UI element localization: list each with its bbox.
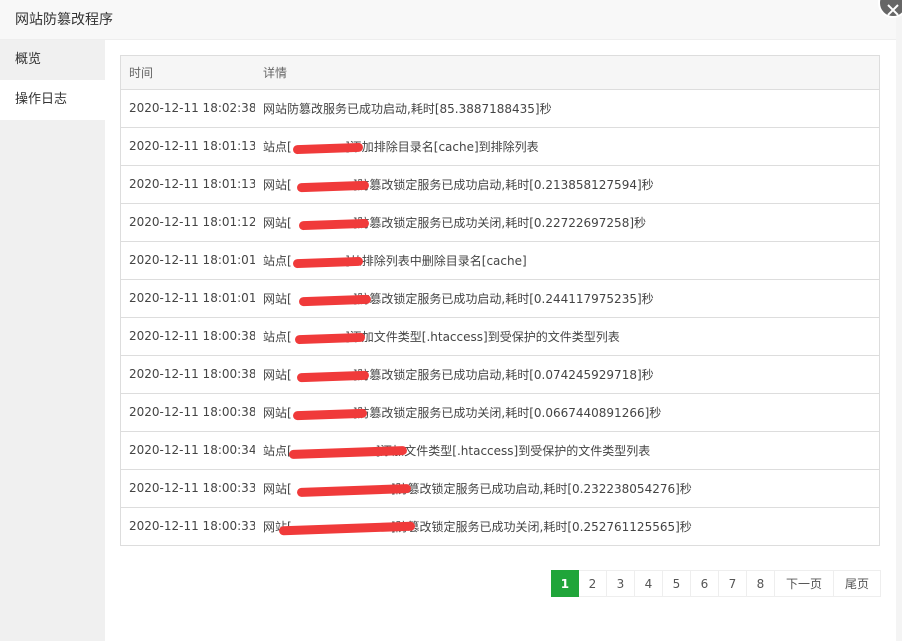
column-header-time: 时间 — [121, 56, 255, 90]
redaction-mark — [292, 142, 364, 154]
page-4-link[interactable]: 4 — [634, 570, 663, 597]
table-row: 2020-12-11 18:01:01 站点[ ]从排除列表中删除目录名[cach… — [121, 241, 879, 280]
log-time: 2020-12-11 18:01:01 — [121, 241, 255, 280]
table-row: 2020-12-11 18:00:33 网站[ ]防篡改锁定服务已成功启动,耗时[… — [121, 469, 879, 508]
log-time: 2020-12-11 18:01:13 — [121, 127, 255, 166]
table-row: 2020-12-11 18:00:38 网站[ ]防篡改锁定服务已成功启动,耗时[… — [121, 355, 879, 394]
table-row: 2020-12-11 18:01:12 网站[ ]防篡改锁定服务已成功关闭,耗时[… — [121, 203, 879, 242]
page-1-link[interactable]: 1 — [550, 570, 579, 597]
redaction-mark — [292, 256, 364, 268]
log-table-container: 时间 详情 2020-12-11 18:02:38 网站防篡改服务已成功启动,耗时… — [120, 55, 880, 546]
tamper-proof-dialog: 网站防篡改程序 概览 操作日志 时间 详情 2020-12-11 18:02:3… — [0, 0, 902, 641]
redaction-mark — [294, 332, 366, 344]
sidebar-item-operation-log[interactable]: 操作日志 — [0, 80, 105, 120]
dialog-sidebar: 概览 操作日志 — [0, 40, 105, 641]
redaction-mark — [298, 218, 370, 230]
redaction-mark — [296, 180, 370, 192]
table-row: 2020-12-11 18:00:33 网站[ ]防篡改锁定服务已成功关闭,耗时[… — [121, 507, 879, 546]
log-detail: 站点[ ]从排除列表中删除目录名[cache] — [255, 241, 879, 280]
log-detail: 网站防篡改服务已成功启动,耗时[85.3887188435]秒 — [255, 89, 879, 128]
background-page — [895, 0, 902, 641]
log-content: 时间 详情 2020-12-11 18:02:38 网站防篡改服务已成功启动,耗时… — [105, 40, 896, 641]
next-page-link[interactable]: 下一页 — [774, 570, 834, 597]
log-table: 时间 详情 2020-12-11 18:02:38 网站防篡改服务已成功启动,耗时… — [121, 56, 879, 546]
log-detail: 站点[ ]添加排除目录名[cache]到排除列表 — [255, 127, 879, 166]
page-5-link[interactable]: 5 — [662, 570, 691, 597]
log-detail: 网站[ ]防篡改锁定服务已成功关闭,耗时[0.0667440891266]秒 — [255, 393, 879, 432]
log-time: 2020-12-11 18:00:38 — [121, 393, 255, 432]
page-6-link[interactable]: 6 — [690, 570, 719, 597]
page-2-link[interactable]: 2 — [578, 570, 607, 597]
log-detail: 网站[ ]防篡改锁定服务已成功启动,耗时[0.213858127594]秒 — [255, 165, 879, 204]
log-detail: 站点[ ]添加文件类型[.htaccess]到受保护的文件类型列表 — [255, 431, 879, 470]
table-row: 2020-12-11 18:01:01 网站[ ]防篡改锁定服务已成功启动,耗时[… — [121, 279, 879, 318]
column-header-detail: 详情 — [255, 56, 879, 90]
redaction-mark — [298, 294, 372, 306]
log-time: 2020-12-11 18:01:01 — [121, 279, 255, 318]
log-time: 2020-12-11 18:00:33 — [121, 507, 255, 546]
page-8-link[interactable]: 8 — [746, 570, 775, 597]
page-7-link[interactable]: 7 — [718, 570, 747, 597]
log-time: 2020-12-11 18:00:38 — [121, 317, 255, 356]
log-detail: 网站[ ]防篡改锁定服务已成功启动,耗时[0.074245929718]秒 — [255, 355, 879, 394]
log-time: 2020-12-11 18:02:38 — [121, 89, 255, 128]
table-row: 2020-12-11 18:02:38 网站防篡改服务已成功启动,耗时[85.38… — [121, 89, 879, 128]
table-row: 2020-12-11 18:01:13 站点[ ]添加排除目录名[cache]到排… — [121, 127, 879, 166]
table-row: 2020-12-11 18:00:38 站点[ ]添加文件类型[.htaccess… — [121, 317, 879, 356]
log-detail-text: 网站防篡改服务已成功启动,耗时[85.3887188435]秒 — [263, 101, 552, 116]
log-time: 2020-12-11 18:01:13 — [121, 165, 255, 204]
table-row: 2020-12-11 18:00:38 网站[ ]防篡改锁定服务已成功关闭,耗时[… — [121, 393, 879, 432]
page-3-link[interactable]: 3 — [606, 570, 635, 597]
log-detail: 网站[ ]防篡改锁定服务已成功关闭,耗时[0.252761125565]秒 — [255, 507, 879, 546]
log-detail: 站点[ ]添加文件类型[.htaccess]到受保护的文件类型列表 — [255, 317, 879, 356]
log-time: 2020-12-11 18:00:33 — [121, 469, 255, 508]
sidebar-item-overview[interactable]: 概览 — [0, 40, 105, 80]
table-row: 2020-12-11 18:00:34 站点[ ]添加文件类型[.htaccess… — [121, 431, 879, 470]
log-time: 2020-12-11 18:00:38 — [121, 355, 255, 394]
table-row: 2020-12-11 18:01:13 网站[ ]防篡改锁定服务已成功启动,耗时[… — [121, 165, 879, 204]
last-page-link[interactable]: 尾页 — [833, 570, 881, 597]
dialog-title: 网站防篡改程序 — [0, 0, 896, 40]
log-time: 2020-12-11 18:00:34 — [121, 431, 255, 470]
close-icon — [887, 4, 899, 16]
log-detail: 网站[ ]防篡改锁定服务已成功关闭,耗时[0.22722697258]秒 — [255, 203, 879, 242]
pagination: 1 2 3 4 5 6 7 8 下一页 尾页 — [550, 570, 881, 597]
log-detail: 网站[ ]防篡改锁定服务已成功启动,耗时[0.232238054276]秒 — [255, 469, 879, 508]
redaction-mark — [296, 370, 370, 382]
redaction-mark — [292, 408, 368, 420]
log-detail: 网站[ ]防篡改锁定服务已成功启动,耗时[0.244117975235]秒 — [255, 279, 879, 318]
log-time: 2020-12-11 18:01:12 — [121, 203, 255, 242]
table-header-row: 时间 详情 — [121, 56, 879, 90]
